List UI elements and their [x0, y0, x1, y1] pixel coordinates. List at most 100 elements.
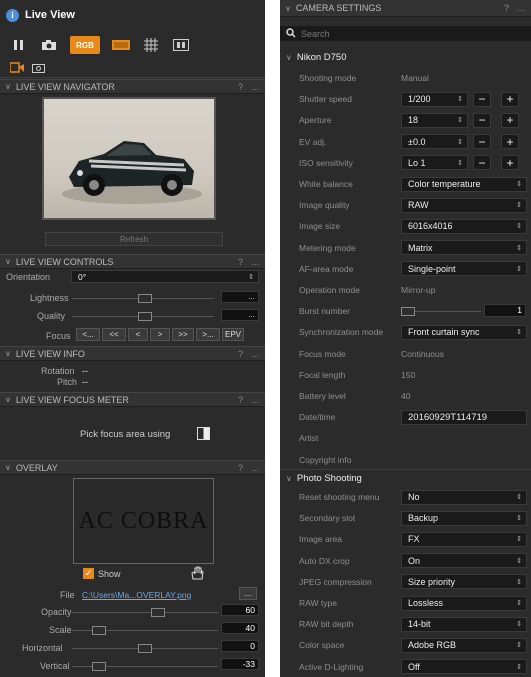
focus-back-button[interactable]: <: [128, 328, 148, 341]
camera-group-header[interactable]: ∨ Nikon D750: [280, 48, 531, 66]
slider-thumb[interactable]: [138, 312, 152, 321]
overlay-header[interactable]: ∨ OVERLAY ? ...: [0, 460, 265, 475]
focus-peaking-icon[interactable]: [172, 37, 190, 53]
burst-value[interactable]: 1: [484, 304, 526, 318]
camera-icon[interactable]: [40, 37, 58, 53]
info-header[interactable]: ∨ LIVE VIEW INFO ? ...: [0, 346, 265, 361]
setting-spinner[interactable]: ±0.0 ⇕: [401, 134, 468, 150]
setting-spinner[interactable]: 1/200 ⇕: [401, 91, 468, 107]
setting-select[interactable]: Size priority ⇕: [401, 574, 527, 590]
setting-select[interactable]: On ⇕: [401, 553, 527, 569]
vertical-value[interactable]: -33: [221, 658, 259, 670]
pause-icon[interactable]: [10, 37, 28, 53]
setting-select[interactable]: Off ⇕: [401, 659, 527, 675]
setting-row: ISO sensitivity Lo 1 ⇕ − +: [280, 152, 531, 174]
focus-meter-header[interactable]: ∨ LIVE VIEW FOCUS METER ? ...: [0, 392, 265, 407]
plus-button[interactable]: +: [501, 112, 519, 128]
grid-icon[interactable]: [142, 37, 160, 53]
orientation-select[interactable]: 0° ⇕: [71, 270, 259, 283]
setting-select[interactable]: 14-bit ⇕: [401, 616, 527, 632]
plus-button[interactable]: +: [501, 91, 519, 107]
more-icon[interactable]: ...: [251, 463, 259, 473]
lightness-value[interactable]: ...: [221, 291, 259, 303]
setting-select[interactable]: 6016x4016 ⇕: [401, 218, 527, 234]
setting-value: Color temperature: [408, 179, 481, 189]
help-icon[interactable]: ?: [238, 82, 243, 92]
slider-thumb[interactable]: [151, 608, 166, 617]
hand-tool-icon[interactable]: [190, 566, 204, 585]
setting-select[interactable]: Adobe RGB ⇕: [401, 637, 527, 653]
slider-thumb[interactable]: [138, 644, 152, 653]
minus-button[interactable]: −: [473, 112, 491, 128]
show-checkbox[interactable]: ✓: [83, 568, 94, 579]
setting-select[interactable]: Single-point ⇕: [401, 261, 527, 277]
setting-select[interactable]: Backup ⇕: [401, 510, 527, 526]
burst-slider[interactable]: [401, 307, 481, 317]
live-view-tabs: [0, 60, 265, 78]
more-icon[interactable]: ...: [251, 82, 259, 92]
setting-spinner[interactable]: 18 ⇕: [401, 112, 468, 128]
scale-value[interactable]: 40: [221, 622, 259, 634]
help-icon[interactable]: ?: [238, 349, 243, 359]
epv-button[interactable]: EPV: [222, 328, 244, 341]
help-icon[interactable]: ?: [504, 3, 509, 13]
opacity-slider[interactable]: [72, 608, 218, 617]
overlay-file-link[interactable]: C:\Users\Ma...OVERLAY.png: [82, 590, 191, 600]
focus-far-back-button[interactable]: <...: [76, 328, 100, 341]
slider-thumb[interactable]: [138, 294, 152, 303]
setting-row: Auto DX crop On ⇕: [280, 550, 531, 572]
horizontal-value[interactable]: 0: [221, 640, 259, 652]
focus-far-forward-button[interactable]: >...: [196, 328, 220, 341]
setting-select[interactable]: Matrix ⇕: [401, 240, 527, 256]
lightness-slider[interactable]: [72, 294, 214, 303]
setting-select[interactable]: FX ⇕: [401, 531, 527, 547]
plus-button[interactable]: +: [501, 155, 519, 171]
more-icon[interactable]: ...: [251, 257, 259, 267]
help-icon[interactable]: ?: [238, 395, 243, 405]
search-input[interactable]: Search: [280, 26, 531, 41]
setting-select[interactable]: Lossless ⇕: [401, 595, 527, 611]
opacity-value[interactable]: 60: [221, 604, 259, 616]
controls-header[interactable]: ∨ LIVE VIEW CONTROLS ? ...: [0, 254, 265, 269]
navigator-header[interactable]: ∨ LIVE VIEW NAVIGATOR ? ...: [0, 79, 265, 94]
focus-forward-button[interactable]: >: [150, 328, 170, 341]
quality-slider[interactable]: [72, 312, 214, 321]
photo-shooting-group-header[interactable]: ∨ Photo Shooting: [280, 469, 531, 487]
setting-select[interactable]: RAW ⇕: [401, 197, 527, 213]
slider-thumb[interactable]: [401, 307, 415, 317]
plus-button[interactable]: +: [501, 134, 519, 150]
quality-value[interactable]: ...: [221, 309, 259, 321]
rgb-toggle-button[interactable]: RGB: [70, 36, 100, 54]
focus-area-toggle-icon[interactable]: [197, 427, 210, 440]
help-icon[interactable]: ?: [238, 463, 243, 473]
horizontal-slider[interactable]: [72, 644, 218, 653]
camera-settings-header[interactable]: ∨ CAMERA SETTINGS ? ...: [280, 0, 531, 17]
minus-button[interactable]: −: [473, 91, 491, 107]
setting-spinner[interactable]: Lo 1 ⇕: [401, 155, 468, 171]
more-icon[interactable]: ...: [251, 349, 259, 359]
photo-tab-icon[interactable]: [32, 60, 45, 78]
browse-button[interactable]: ...: [239, 587, 257, 600]
slider-thumb[interactable]: [91, 662, 106, 671]
film-strip-icon[interactable]: [112, 37, 130, 53]
focus-back-fast-button[interactable]: <<: [102, 328, 126, 341]
spinner-icon: ⇕: [516, 329, 522, 337]
setting-select[interactable]: Color temperature ⇕: [401, 176, 527, 192]
navigator-preview-image[interactable]: [42, 97, 216, 220]
refresh-button[interactable]: Refresh: [45, 232, 223, 246]
overlay-preview[interactable]: AC COBRA: [73, 478, 214, 564]
scale-slider[interactable]: [72, 626, 218, 635]
slider-thumb[interactable]: [91, 626, 106, 635]
more-icon[interactable]: ...: [517, 3, 525, 13]
help-icon[interactable]: ?: [238, 257, 243, 267]
more-icon[interactable]: ...: [251, 395, 259, 405]
setting-select[interactable]: Front curtain sync ⇕: [401, 324, 527, 340]
minus-button[interactable]: −: [473, 134, 491, 150]
setting-row: Image quality RAW ⇕: [280, 194, 531, 216]
minus-button[interactable]: −: [473, 155, 491, 171]
video-tab-icon[interactable]: [9, 60, 24, 78]
setting-select[interactable]: No ⇕: [401, 489, 527, 505]
datetime-field[interactable]: 20160929T114719: [401, 409, 527, 425]
focus-forward-fast-button[interactable]: >>: [172, 328, 194, 341]
vertical-slider[interactable]: [72, 662, 218, 671]
